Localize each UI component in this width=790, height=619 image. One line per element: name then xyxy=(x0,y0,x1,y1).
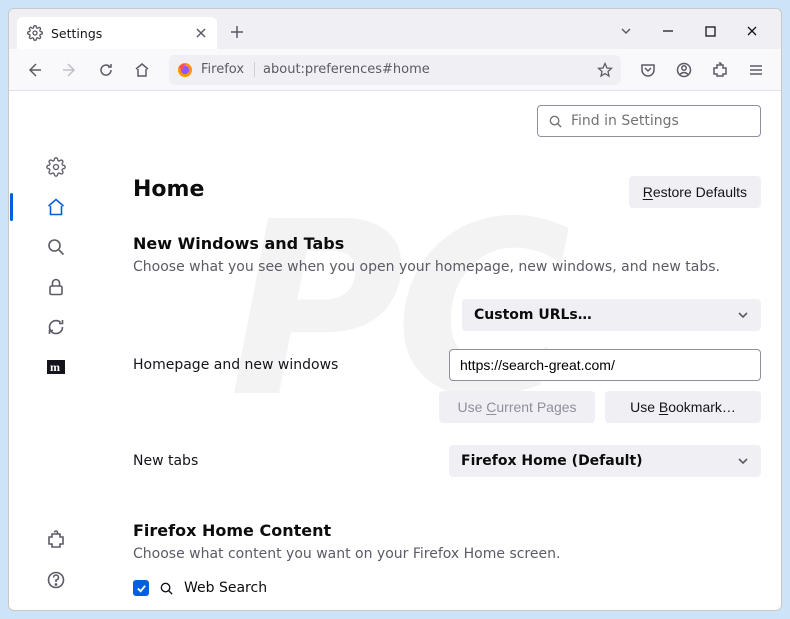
find-in-settings-input[interactable]: Find in Settings xyxy=(537,105,761,137)
restore-defaults-button[interactable]: Restore Defaults xyxy=(629,176,761,208)
search-icon xyxy=(548,114,563,129)
chevron-down-icon xyxy=(737,309,749,321)
sidebar-item-more-mozilla[interactable]: m xyxy=(38,349,74,385)
tab-close-button[interactable] xyxy=(195,27,207,39)
homepage-label: Homepage and new windows xyxy=(133,357,433,373)
homepage-mode-select[interactable]: Custom URLs… xyxy=(462,299,761,331)
section-home-content-desc: Choose what content you want on your Fir… xyxy=(133,546,761,562)
minimize-button[interactable] xyxy=(647,16,689,46)
sidebar-item-home[interactable] xyxy=(38,189,74,225)
homepage-url-input[interactable] xyxy=(449,349,761,381)
sidebar-item-search[interactable] xyxy=(38,229,74,265)
find-placeholder: Find in Settings xyxy=(571,113,679,129)
close-window-button[interactable] xyxy=(731,16,773,46)
sidebar-item-privacy[interactable] xyxy=(38,269,74,305)
window-controls xyxy=(605,16,773,46)
use-bookmark-button[interactable]: Use Bookmark… xyxy=(605,391,761,423)
newtabs-label: New tabs xyxy=(133,453,433,469)
section-new-windows-title: New Windows and Tabs xyxy=(133,234,761,253)
home-button[interactable] xyxy=(127,55,157,85)
back-button[interactable] xyxy=(19,55,49,85)
section-new-windows-desc: Choose what you see when you open your h… xyxy=(133,259,761,275)
newtabs-select[interactable]: Firefox Home (Default) xyxy=(449,445,761,477)
sidebar-item-sync[interactable] xyxy=(38,309,74,345)
maximize-button[interactable] xyxy=(689,16,731,46)
sidebar-item-support[interactable] xyxy=(38,562,74,598)
chevron-down-icon xyxy=(737,455,749,467)
use-current-pages-button: Use Current Pages xyxy=(439,391,595,423)
tab-strip: Settings xyxy=(9,9,781,49)
pocket-button[interactable] xyxy=(633,55,663,85)
extensions-button[interactable] xyxy=(705,55,735,85)
account-button[interactable] xyxy=(669,55,699,85)
list-all-tabs-button[interactable] xyxy=(605,16,647,46)
firefox-logo-icon xyxy=(177,62,193,78)
reload-button[interactable] xyxy=(91,55,121,85)
settings-sidebar: m xyxy=(9,91,103,610)
gear-icon xyxy=(27,25,43,41)
websearch-checkbox[interactable] xyxy=(133,580,149,596)
sidebar-item-general[interactable] xyxy=(38,149,74,185)
settings-main: Find in Settings Home Restore Defaults N… xyxy=(103,91,781,610)
sidebar-item-extensions[interactable] xyxy=(38,522,74,558)
websearch-label: Web Search xyxy=(184,580,267,596)
section-home-content-title: Firefox Home Content xyxy=(133,521,761,540)
search-icon xyxy=(159,581,174,596)
new-tab-button[interactable] xyxy=(223,18,251,46)
svg-text:m: m xyxy=(50,360,60,374)
url-text: about:preferences#home xyxy=(263,62,430,77)
tab-settings[interactable]: Settings xyxy=(17,17,217,49)
bookmark-star-icon[interactable] xyxy=(597,62,613,78)
identity-label: Firefox xyxy=(201,62,255,77)
forward-button xyxy=(55,55,85,85)
app-menu-button[interactable] xyxy=(741,55,771,85)
url-bar[interactable]: Firefox about:preferences#home xyxy=(169,55,621,85)
tab-title: Settings xyxy=(51,26,102,41)
navigation-toolbar: Firefox about:preferences#home xyxy=(9,49,781,91)
